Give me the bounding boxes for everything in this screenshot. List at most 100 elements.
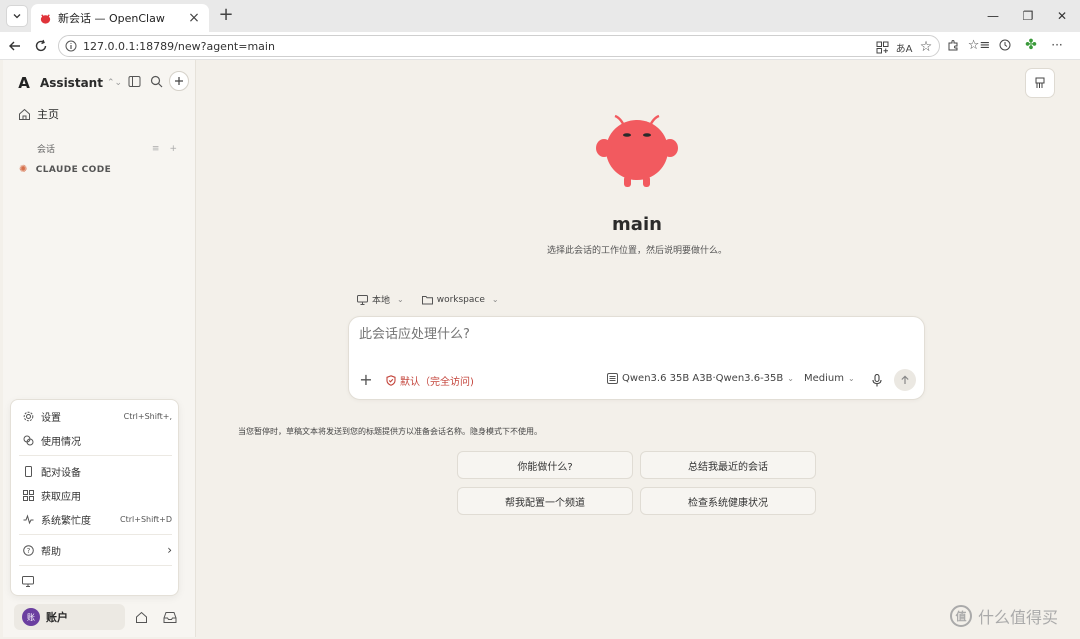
- arrow-up-icon: [901, 375, 909, 384]
- suggestion-button[interactable]: 你能做什么?: [457, 451, 633, 479]
- account-button[interactable]: 账 账户: [14, 604, 125, 630]
- menu-item-label: 系统繁忙度: [41, 515, 91, 527]
- agent-hint: 选择此会话的工作位置，然后说明要做什么。: [546, 246, 727, 256]
- shortcut-label: Ctrl+Shift+,: [123, 411, 172, 421]
- main-panel: main 选择此会话的工作位置，然后说明要做什么。 本地 ⌄ workspace…: [197, 60, 1077, 637]
- folder-icon: [421, 295, 433, 304]
- tab-actions-menu-button[interactable]: [6, 5, 28, 27]
- more-menu-icon[interactable]: ···: [1048, 36, 1066, 54]
- menu-item-help[interactable]: ? 帮助 ›: [11, 540, 180, 560]
- favorite-star-icon[interactable]: ☆: [917, 38, 935, 56]
- app-available-icon[interactable]: [873, 38, 891, 56]
- apps-grid-icon: [21, 488, 35, 502]
- back-button[interactable]: [5, 36, 25, 56]
- location-label: 本地: [372, 296, 391, 306]
- menu-item-system-busy[interactable]: 系统繁忙度 Ctrl+Shift+D: [11, 509, 180, 529]
- section-label: 会话: [37, 145, 56, 155]
- pulse-icon: [21, 512, 35, 526]
- home-icon: [19, 108, 30, 120]
- sidebar-item-home[interactable]: 主页: [18, 106, 59, 122]
- reload-button[interactable]: [31, 36, 51, 56]
- document-brush-icon: [1035, 77, 1045, 88]
- chevron-down-icon: ⌄: [787, 374, 794, 383]
- model-selector[interactable]: Qwen3.6 35B A3B·Qwen3.6-35B ⌄: [607, 373, 794, 384]
- openclaw-app: A Assistant ⌃⌄ 主页 会话 ≡ + ✺ CLAUDE CODE 设…: [3, 60, 1077, 637]
- model-logo-icon: [607, 373, 618, 384]
- inbox-icon: [163, 611, 177, 623]
- suggestion-button[interactable]: 帮我配置一个频道: [457, 487, 633, 515]
- menu-item-label: 配对设备: [41, 467, 81, 479]
- attach-button[interactable]: +: [357, 371, 375, 389]
- address-bar[interactable]: 127.0.0.1:18789/new?agent=main あA ☆: [58, 35, 940, 57]
- tab-close-icon[interactable]: ×: [187, 10, 201, 26]
- clover-profile-icon[interactable]: ✤: [1022, 36, 1040, 54]
- history-icon[interactable]: [996, 36, 1014, 54]
- effort-selector[interactable]: Medium ⌄: [804, 373, 855, 384]
- favorites-icon[interactable]: ☆≡: [968, 36, 991, 54]
- chevron-updown-icon: ⌃⌄: [106, 78, 123, 88]
- window-close-button[interactable]: ✕: [1051, 6, 1073, 26]
- filter-icon[interactable]: ≡: [152, 144, 160, 154]
- menu-item-label: 帮助: [41, 546, 61, 558]
- menu-item-get-apps[interactable]: 获取应用: [11, 485, 180, 505]
- window-minimize-button[interactable]: —: [982, 6, 1004, 26]
- claude-icon: ✺: [19, 164, 28, 175]
- add-session-icon[interactable]: +: [169, 144, 177, 154]
- suggestion-button[interactable]: 总结我最近的会话: [640, 451, 816, 479]
- browser-toolbar: 127.0.0.1:18789/new?agent=main あA ☆ ☆≡ ✤…: [0, 32, 1080, 60]
- arrow-left-icon: [9, 41, 20, 51]
- extensions-icon[interactable]: [944, 36, 962, 54]
- workspace-label: workspace: [436, 294, 485, 305]
- context-selector-row: 本地 ⌄ workspace ⌄: [357, 293, 499, 306]
- translate-icon[interactable]: あA: [895, 38, 913, 56]
- menu-divider: [19, 565, 172, 566]
- phone-icon: [21, 464, 35, 478]
- shortcut-label: Ctrl+Shift+D: [120, 514, 172, 524]
- sidebar-toggle-icon[interactable]: [125, 72, 143, 90]
- microphone-icon: [872, 373, 882, 386]
- agent-title: main: [612, 214, 662, 235]
- openclaw-mascot-icon: [596, 114, 678, 187]
- microphone-button[interactable]: [869, 372, 885, 388]
- sidebar-header: A Assistant ⌃⌄: [14, 71, 189, 95]
- assistant-avatar: A: [18, 74, 30, 92]
- reload-icon: [35, 39, 47, 52]
- assistant-selector[interactable]: Assistant: [40, 76, 103, 90]
- menu-item-pair-device[interactable]: 配对设备: [11, 461, 180, 481]
- home-button[interactable]: [132, 608, 150, 626]
- account-popup-menu: 设置 Ctrl+Shift+, 使用情况 配对设备 获取应用 系统繁忙度 Ctr…: [10, 399, 179, 596]
- new-session-button[interactable]: [169, 71, 189, 91]
- sidebar-item-claude-code[interactable]: ✺ CLAUDE CODE: [19, 164, 111, 175]
- browser-tab-active[interactable]: 新会话 — OpenClaw ×: [31, 4, 209, 32]
- watermark-logo-icon: 值: [950, 605, 972, 627]
- suggestion-button[interactable]: 检查系统健康状况: [640, 487, 816, 515]
- chevron-down-icon: ⌄: [848, 374, 855, 383]
- menu-item-settings[interactable]: 设置 Ctrl+Shift+,: [11, 406, 180, 426]
- permission-selector[interactable]: 默认（完全访问): [386, 373, 474, 388]
- inbox-button[interactable]: [161, 608, 179, 626]
- new-tab-button[interactable]: +: [216, 5, 236, 25]
- avatar: 账: [22, 608, 40, 626]
- menu-item-display[interactable]: [11, 571, 180, 591]
- site-info-icon[interactable]: [65, 40, 77, 52]
- watermark-text: 什么值得买: [978, 608, 1059, 627]
- search-icon[interactable]: [147, 72, 165, 90]
- workspace-selector[interactable]: workspace ⌄: [421, 293, 499, 306]
- sidebar-item-label: 主页: [37, 108, 59, 121]
- window-restore-button[interactable]: ❐: [1017, 6, 1039, 26]
- send-button[interactable]: [894, 369, 916, 391]
- help-circle-icon: ?: [21, 543, 35, 557]
- privacy-notice: 当您暂停时，草稿文本将发送到您的标题提供方以准备会话名称。隐身模式下不使用。: [238, 427, 542, 436]
- canvas-toggle-button[interactable]: [1025, 68, 1055, 98]
- menu-item-usage[interactable]: 使用情况: [11, 430, 180, 450]
- menu-divider: [19, 455, 172, 456]
- monitor-icon: [357, 294, 368, 305]
- sidebar-item-label: CLAUDE CODE: [35, 164, 112, 175]
- model-label: Qwen3.6 35B A3B·Qwen3.6-35B: [622, 373, 784, 384]
- chevron-down-icon: ⌄: [491, 295, 499, 304]
- chevron-down-icon: ⌄: [397, 295, 404, 304]
- gear-icon: [21, 409, 35, 423]
- location-selector[interactable]: 本地 ⌄: [357, 293, 404, 306]
- message-input[interactable]: [359, 327, 909, 342]
- sidebar: A Assistant ⌃⌄ 主页 会话 ≡ + ✺ CLAUDE CODE 设…: [3, 60, 196, 637]
